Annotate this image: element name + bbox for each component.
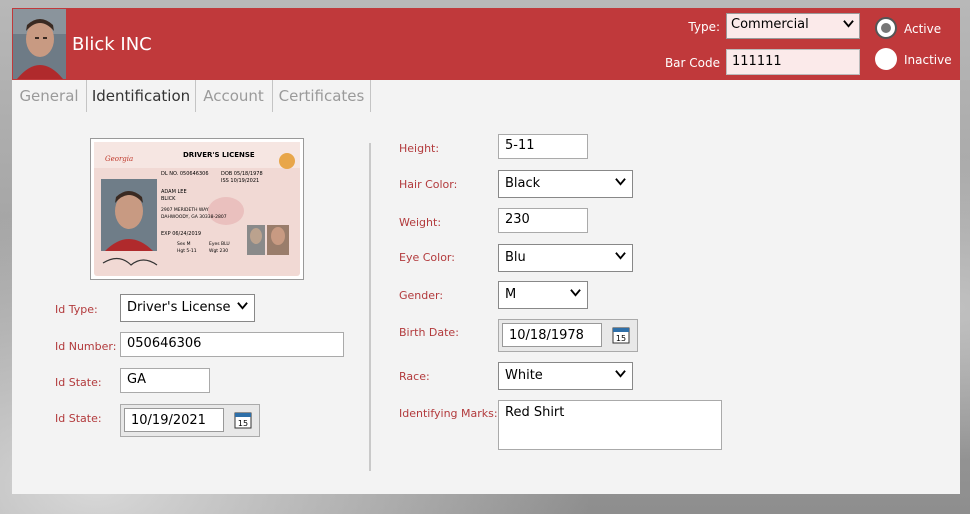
id-number-label: Id Number: xyxy=(55,340,117,353)
weight-input[interactable]: 230 xyxy=(498,208,588,233)
eye-color-value: Blu xyxy=(505,250,526,265)
id-card-weight: Wgt 230 xyxy=(209,248,228,254)
birth-date-input[interactable]: 10/18/1978 xyxy=(502,323,602,347)
id-state-label: Id State: xyxy=(55,376,102,389)
id-card-sex: Sex M xyxy=(177,241,191,247)
id-card-dl-no: DL NO. 050646306 xyxy=(161,171,209,177)
gender-dropdown[interactable]: M xyxy=(498,281,588,309)
identifying-marks-label: Identifying Marks: xyxy=(399,407,498,420)
avatar xyxy=(13,9,66,79)
hair-color-value: Black xyxy=(505,176,541,191)
barcode-label: Bar Code xyxy=(664,56,720,70)
chevron-down-icon xyxy=(615,178,626,186)
active-radio-label: Active xyxy=(904,22,942,36)
id-card-dob: DOB 05/18/1978 xyxy=(221,171,263,177)
id-state-input[interactable]: GA xyxy=(120,368,210,393)
id-type-dropdown[interactable]: Driver's License xyxy=(120,294,255,322)
type-dropdown-value: Commercial xyxy=(731,17,809,32)
barcode-input[interactable]: 111111 xyxy=(726,49,860,75)
svg-text:15: 15 xyxy=(238,419,248,428)
inactive-radio[interactable] xyxy=(875,48,897,70)
race-dropdown[interactable]: White xyxy=(498,362,633,390)
chevron-down-icon xyxy=(237,302,248,310)
inactive-radio-label: Inactive xyxy=(904,53,952,67)
race-label: Race: xyxy=(399,370,430,383)
weight-label: Weight: xyxy=(399,216,442,229)
company-name: Blick INC xyxy=(72,34,152,55)
birth-date-picker[interactable]: 10/18/1978 15 xyxy=(498,319,638,352)
drivers-license-image: Georgia DRIVER'S LICENSE DL NO. 05064630… xyxy=(94,142,300,276)
height-input[interactable]: 5-11 xyxy=(498,134,588,159)
gender-value: M xyxy=(505,287,517,302)
chevron-down-icon xyxy=(843,20,854,28)
avatar-photo xyxy=(13,9,66,79)
chevron-down-icon xyxy=(570,289,581,297)
hair-color-label: Hair Color: xyxy=(399,178,458,191)
id-card-name2: BLICK xyxy=(161,196,176,202)
tab-account[interactable]: Account xyxy=(195,80,273,112)
id-type-value: Driver's License xyxy=(127,300,231,315)
id-card-address2: DAHWOODY, GA 30338-2807 xyxy=(161,214,227,220)
race-value: White xyxy=(505,368,543,383)
id-date-picker[interactable]: 10/19/2021 15 xyxy=(120,404,260,437)
id-date-label: Id State: xyxy=(55,412,102,425)
eye-color-label: Eye Color: xyxy=(399,251,455,264)
id-card-eyes: Eyes BLU xyxy=(209,241,230,247)
id-number-input[interactable]: 050646306 xyxy=(120,332,344,357)
customer-window: Blick INC Type: Commercial Bar Code 1111… xyxy=(12,8,960,494)
header-bar: Blick INC Type: Commercial Bar Code 1111… xyxy=(12,8,960,80)
id-card-image: Georgia DRIVER'S LICENSE DL NO. 05064630… xyxy=(90,138,304,280)
tab-identification[interactable]: Identification xyxy=(86,80,196,112)
id-card-state: Georgia xyxy=(105,155,133,163)
tab-general[interactable]: General xyxy=(12,80,87,112)
chevron-down-icon xyxy=(615,370,626,378)
active-radio[interactable] xyxy=(875,17,897,39)
tab-certificates[interactable]: Certificates xyxy=(273,80,371,112)
id-card-exp: EXP 06/24/2019 xyxy=(161,231,201,237)
type-label: Type: xyxy=(688,20,720,34)
id-card-iss: ISS 10/19/2021 xyxy=(221,178,259,184)
hair-color-dropdown[interactable]: Black xyxy=(498,170,633,198)
id-card-address1: 2907 MERIDETH WAY xyxy=(161,207,209,213)
column-divider xyxy=(369,143,371,471)
id-card-title: DRIVER'S LICENSE xyxy=(183,151,255,159)
gender-label: Gender: xyxy=(399,289,444,302)
calendar-icon[interactable]: 15 xyxy=(234,411,252,429)
svg-text:15: 15 xyxy=(616,334,626,343)
id-card-height: Hgt 5-11 xyxy=(177,248,197,254)
id-type-label: Id Type: xyxy=(55,303,98,316)
eye-color-dropdown[interactable]: Blu xyxy=(498,244,633,272)
birth-date-label: Birth Date: xyxy=(399,326,459,339)
chevron-down-icon xyxy=(615,252,626,260)
id-card-name1: ADAM LEE xyxy=(161,189,187,195)
identifying-marks-input[interactable]: Red Shirt xyxy=(498,400,722,450)
height-label: Height: xyxy=(399,142,440,155)
type-dropdown[interactable]: Commercial xyxy=(726,13,860,39)
id-date-input[interactable]: 10/19/2021 xyxy=(124,408,224,432)
calendar-icon[interactable]: 15 xyxy=(612,326,630,344)
